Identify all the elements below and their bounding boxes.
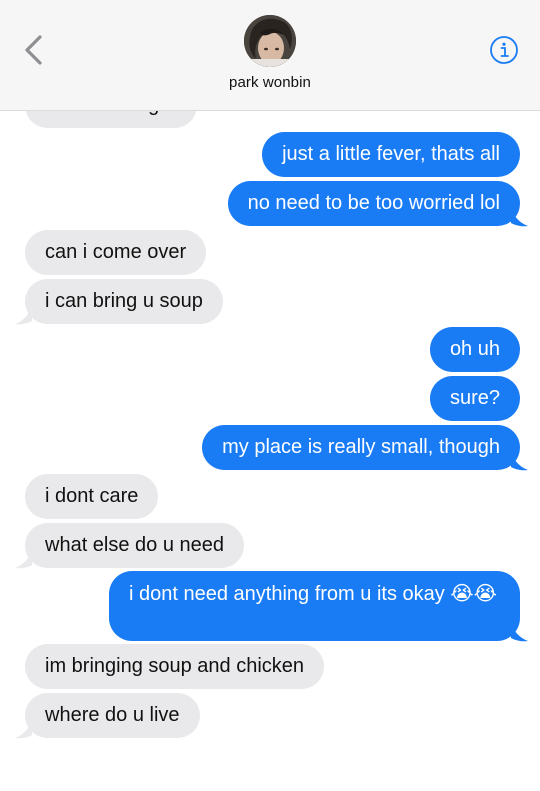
message-bubble-incoming: can i come over: [25, 230, 207, 275]
message-text: no need to be too worried lol: [247, 192, 500, 214]
bubble-tail: [15, 720, 32, 739]
bubble-tail: [15, 306, 32, 325]
message-bubble-outgoing: no need to be too worried lol: [227, 181, 520, 226]
message-text: where do u live: [45, 704, 180, 726]
bubble-tail: [511, 452, 528, 471]
conversation-header: park wonbin: [0, 0, 540, 111]
message-text: i dont need anything from u its okay 😭😭: [129, 583, 498, 605]
bubble-tail: [511, 623, 528, 642]
message-bubble-incoming: im bringing soup and chicken: [25, 644, 325, 689]
message-text: im bringing soup and chicken: [45, 655, 305, 677]
message-text: i can bring u soup: [45, 290, 203, 312]
message-text: oh uh: [449, 338, 500, 360]
message-text: i dont care: [45, 485, 139, 507]
message-bubble-outgoing: my place is really small, though: [202, 425, 520, 470]
message-bubble-outgoing: sure?: [429, 376, 520, 421]
message-text: can i come over: [45, 241, 187, 263]
message-bubble-outgoing: oh uh: [429, 327, 520, 372]
message-bubble-incoming: what else do u need: [25, 523, 245, 568]
contact-name[interactable]: park wonbin: [0, 74, 540, 91]
message-bubble-incoming: where do u live: [25, 693, 200, 738]
message-text: sure?: [449, 387, 500, 409]
message-text: what else do u need: [45, 534, 225, 556]
message-thread: whats wrong? just a little fever, thats …: [0, 0, 540, 791]
message-bubble-outgoing: i dont need anything from u its okay 😭😭: [109, 571, 520, 641]
message-bubble-outgoing: just a little fever, thats all: [262, 132, 520, 177]
message-text: my place is really small, though: [222, 436, 500, 458]
bubble-tail: [15, 550, 32, 569]
bubble-tail: [511, 208, 528, 227]
chevron-left-icon[interactable]: [20, 33, 50, 67]
message-text: just a little fever, thats all: [282, 143, 500, 165]
message-bubble-incoming: i can bring u soup: [25, 279, 223, 324]
message-bubble-incoming: i dont care: [25, 474, 159, 519]
avatar[interactable]: [244, 15, 296, 67]
info-icon[interactable]: [489, 35, 519, 65]
